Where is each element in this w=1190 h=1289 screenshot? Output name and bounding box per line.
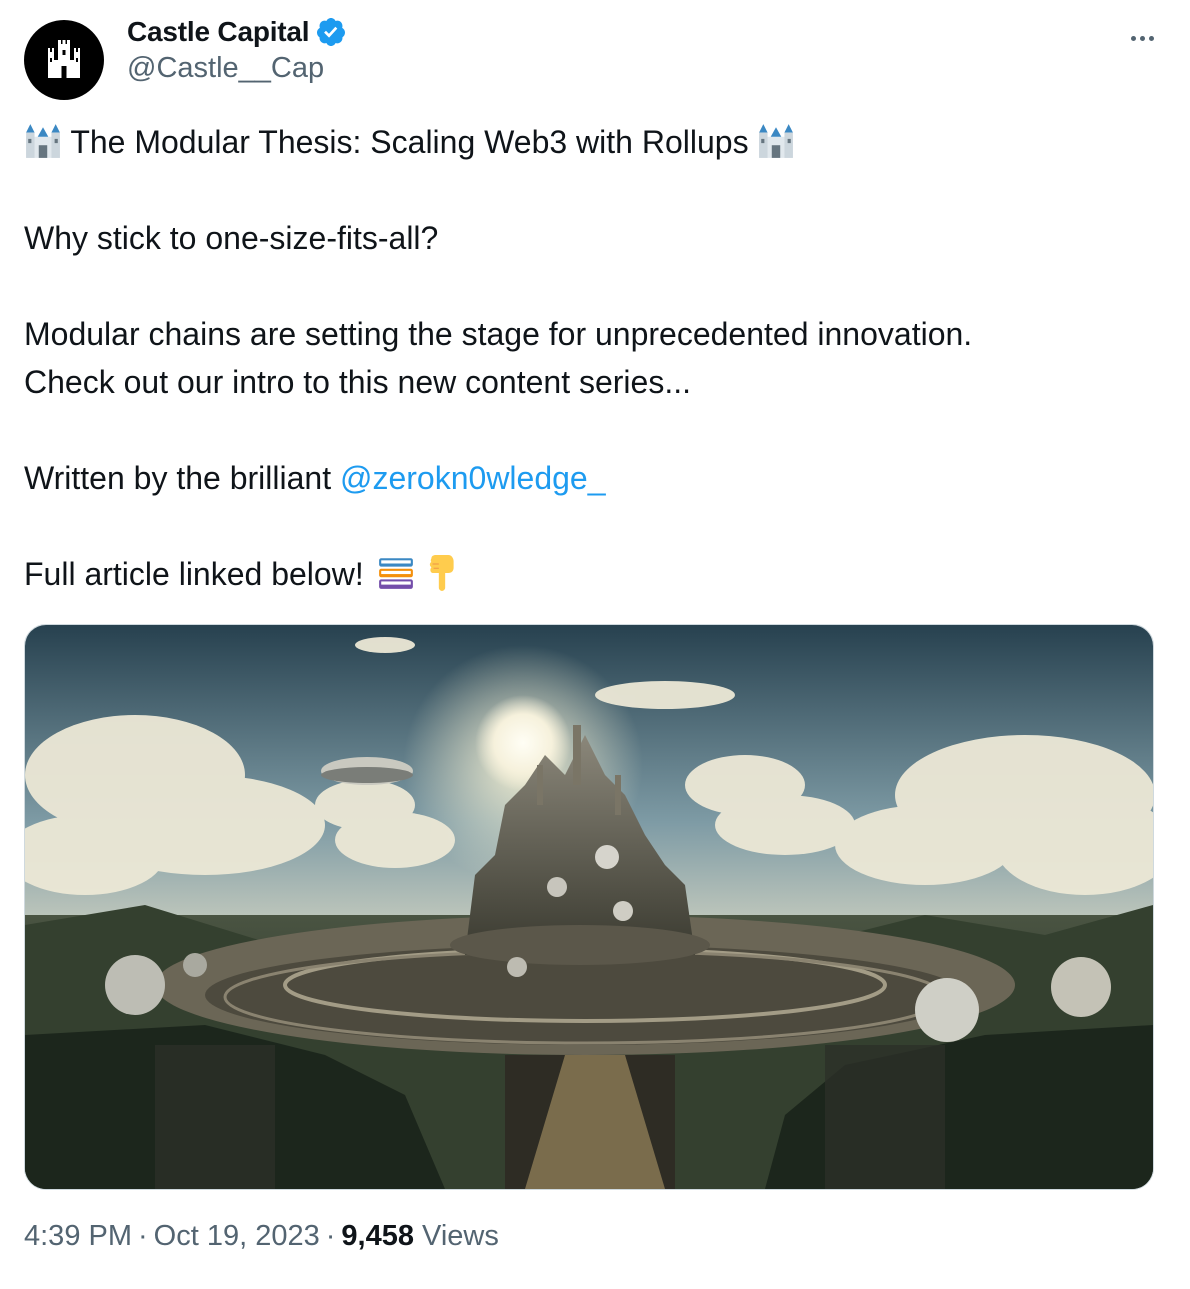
- mention-link[interactable]: @zerokn0wledge_: [340, 460, 606, 496]
- post-text: The Modular Thesis: Scaling Web3 with Ro…: [24, 118, 1164, 598]
- separator: ·: [138, 1220, 148, 1252]
- full-article-text: Full article linked below!: [24, 556, 364, 592]
- post-time: 4:39 PM: [24, 1220, 132, 1252]
- more-horizontal-icon: [1130, 35, 1136, 41]
- verified-badge-icon: [317, 18, 346, 46]
- views-label: Views: [422, 1220, 499, 1252]
- separator: ·: [325, 1220, 336, 1252]
- pointing-down-emoji-icon: [430, 555, 455, 591]
- name-row: Castle Capital: [127, 14, 347, 50]
- post-title-line: The Modular Thesis: Scaling Web3 with Ro…: [24, 118, 1164, 166]
- castle-emoji-icon: [26, 124, 60, 158]
- post-date: Oct 19, 2023: [153, 1220, 320, 1252]
- image-futuristic-city: [25, 625, 1153, 1189]
- display-name[interactable]: Castle Capital: [127, 16, 310, 48]
- castle-icon: [48, 40, 80, 78]
- post-meta: 4:39 PM · Oct 19, 2023 · 9,458 Views: [24, 1220, 499, 1253]
- books-emoji-icon: [378, 558, 413, 589]
- handle[interactable]: @Castle__Cap: [127, 52, 324, 85]
- post-line-modular: Modular chains are setting the stage for…: [24, 316, 973, 352]
- post-line-question: Why stick to one-size-fits-all?: [24, 220, 439, 256]
- written-by-text: Written by the brilliant: [24, 460, 332, 496]
- avatar[interactable]: [24, 20, 104, 100]
- post-line-intro: Check out our intro to this new content …: [24, 364, 691, 400]
- post-line-author: Written by the brilliant @zerokn0wledge_: [24, 454, 1164, 502]
- views-count: 9,458: [341, 1220, 414, 1252]
- more-options-button[interactable]: [1122, 18, 1162, 58]
- post-line-article: Full article linked below!: [24, 550, 1164, 598]
- post-title: The Modular Thesis: Scaling Web3 with Ro…: [70, 124, 749, 160]
- castle-emoji-icon: [759, 124, 794, 158]
- post-header: Castle Capital @Castle__Cap: [24, 14, 1166, 100]
- post-time-link[interactable]: 4:39 PM · Oct 19, 2023: [24, 1220, 320, 1252]
- post-media-image[interactable]: [24, 624, 1154, 1190]
